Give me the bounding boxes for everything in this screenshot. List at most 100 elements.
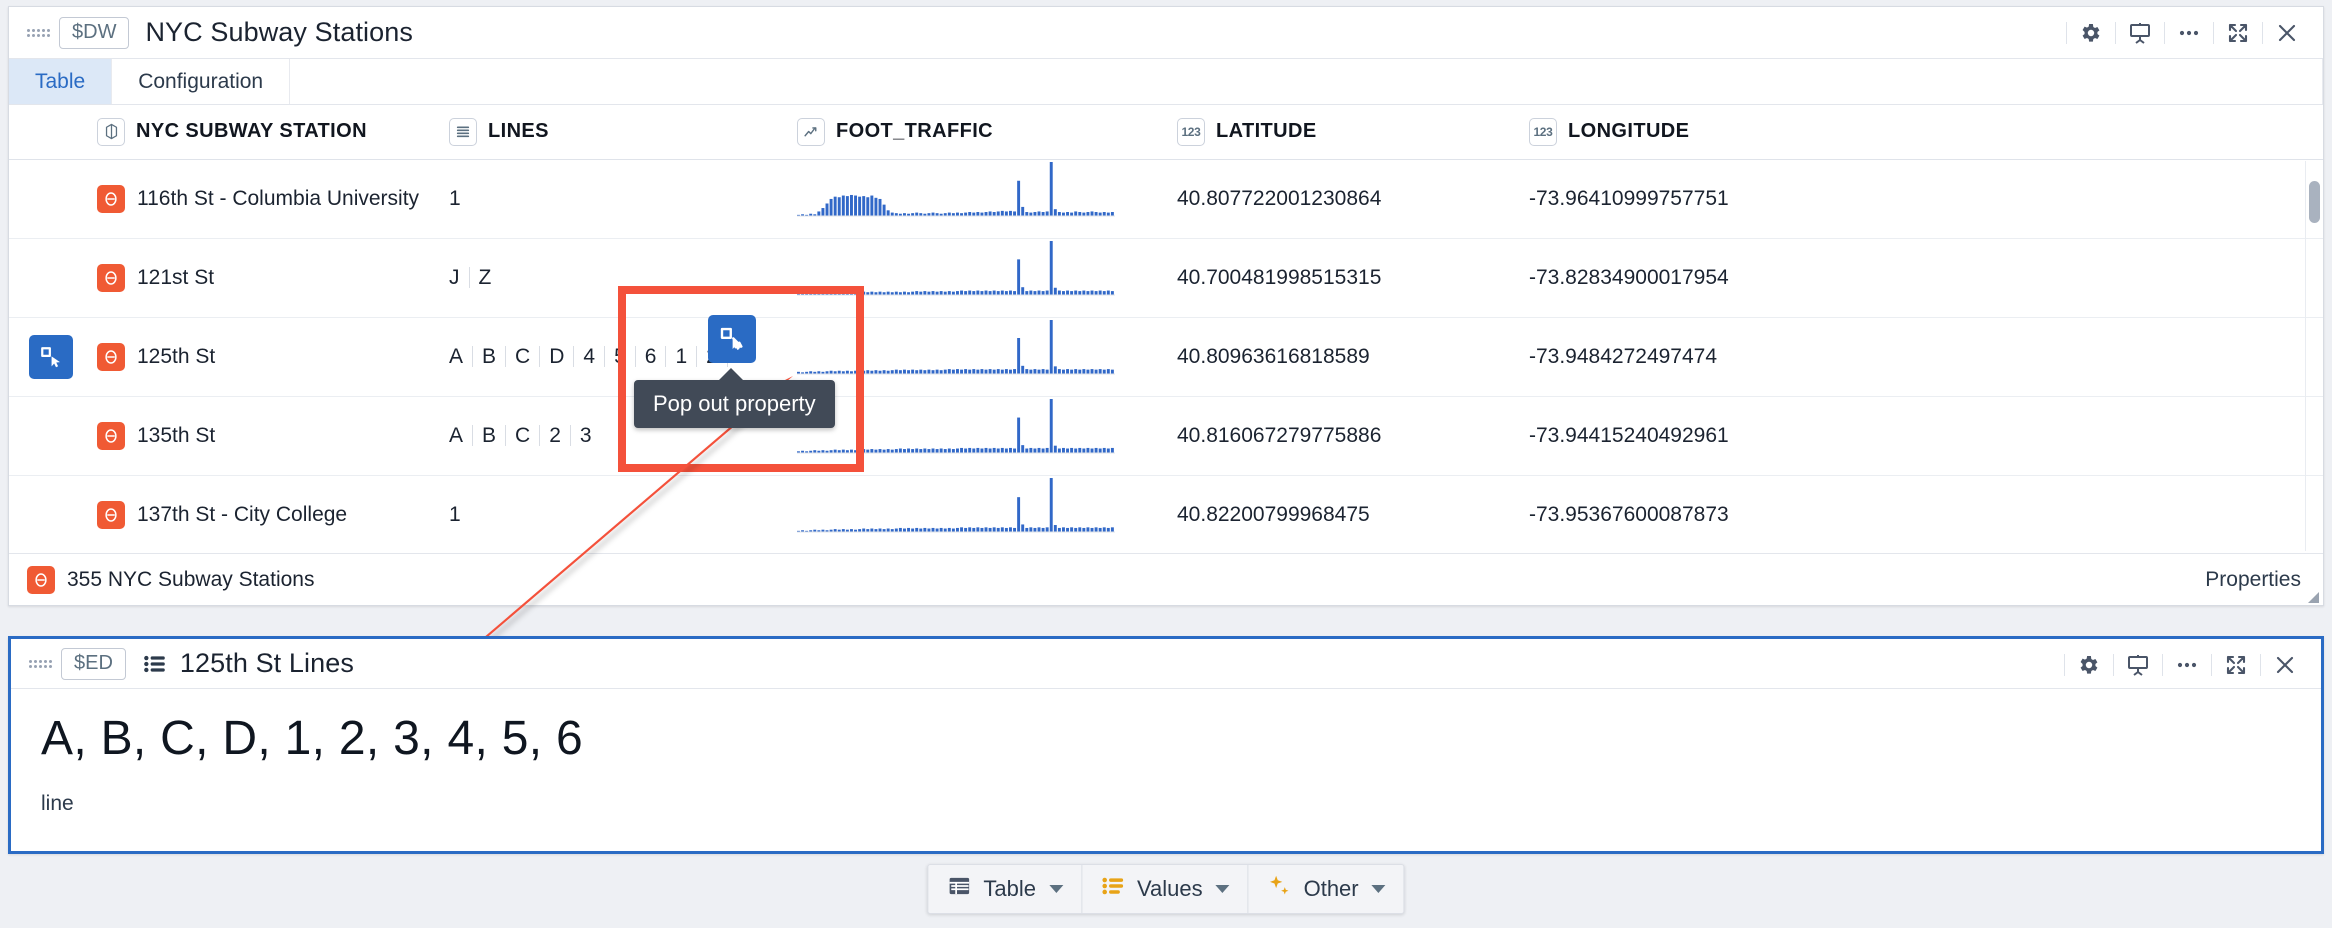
drag-handle-icon[interactable] <box>27 25 50 41</box>
cell-longitude: -73.94415240492961 <box>1529 396 2323 476</box>
divider <box>2164 22 2165 44</box>
cell-latitude: 40.82200799968475 <box>1177 475 1529 553</box>
table-panel: $DW NYC Subway Stations Table Configurat… <box>8 6 2324 606</box>
variable-badge[interactable]: $DW <box>59 16 130 49</box>
line-value: 5 <box>614 344 626 368</box>
table-window-controls <box>2064 7 2309 59</box>
column-header-longitude[interactable]: 123 LONGITUDE <box>1529 105 2323 160</box>
cell-foot-traffic <box>797 317 1177 397</box>
page-title: NYC Subway Stations <box>145 17 413 47</box>
line-value: 1 <box>675 344 688 368</box>
values-icon <box>1100 873 1126 905</box>
close-icon[interactable] <box>2265 13 2309 53</box>
table-body: 116th St - Columbia University 1 40.807722… <box>9 159 2323 553</box>
cell-latitude: 40.807722001230864 <box>1177 159 1529 239</box>
close-icon[interactable] <box>2263 645 2307 685</box>
column-header-lines[interactable]: LINES <box>449 105 797 160</box>
divider <box>2262 22 2263 44</box>
chevron-down-icon <box>1215 885 1230 893</box>
station-name: 137th St - City College <box>137 502 348 526</box>
line-value: D <box>549 344 565 368</box>
divider <box>2162 654 2163 676</box>
gear-icon[interactable] <box>2069 13 2113 53</box>
column-header-latitude[interactable]: 123 LATITUDE <box>1177 105 1529 160</box>
cell-latitude: 40.80963616818589 <box>1177 317 1529 397</box>
column-header-label: NYC SUBWAY STATION <box>136 120 367 143</box>
column-header-foot-traffic[interactable]: FOOT_TRAFFIC <box>797 105 1177 160</box>
cell-lines: 1 <box>449 475 797 553</box>
tabs-filler <box>290 59 2323 104</box>
divider <box>2064 654 2065 676</box>
present-icon[interactable] <box>2118 13 2162 53</box>
tooltip: Pop out property <box>634 368 835 428</box>
object-icon <box>27 565 55 594</box>
cell-station: 121st St <box>97 238 449 318</box>
tooltip-text: Pop out property <box>653 391 816 416</box>
cell-lines: JZ <box>449 238 797 318</box>
row-gutter <box>9 475 97 553</box>
palette-item-values[interactable]: Values <box>1082 865 1249 913</box>
cell-foot-traffic <box>797 238 1177 318</box>
table-row[interactable]: 137th St - City College 1 40.8220079996847… <box>9 475 2323 553</box>
table-row[interactable]: 121st St J Z 40.700481998515315 -73.82834900… <box>9 238 2323 318</box>
cell-lines: 1 <box>449 159 797 239</box>
cell-station: 125th St <box>97 317 449 397</box>
timeseries-type-icon <box>797 117 825 146</box>
palette-item-other[interactable]: Other <box>1249 865 1404 913</box>
table-header-row: NYC SUBWAY STATION LINES FOOT_TRAFFIC 12… <box>9 105 2323 160</box>
more-options-icon[interactable] <box>2167 13 2211 53</box>
row-gutter-header <box>9 105 97 160</box>
palette-item-table[interactable]: Table <box>928 865 1082 913</box>
chevron-down-icon <box>1371 885 1386 893</box>
panel-tabs: Table Configuration <box>9 59 2323 105</box>
gear-icon[interactable] <box>2067 645 2111 685</box>
more-options-icon[interactable] <box>2165 645 2209 685</box>
row-count-label: 355 NYC Subway Stations <box>67 567 315 591</box>
divider <box>2115 22 2116 44</box>
line-value: 3 <box>579 423 592 447</box>
divider <box>2213 22 2214 44</box>
expand-icon[interactable] <box>2214 645 2258 685</box>
table-row[interactable]: 125th StABCD45612340.80963616818589-73.9… <box>9 317 2323 397</box>
palette-item-label: Table <box>983 876 1036 901</box>
property-panel: $ED 125th St Lines A, B, C, D, 1, 2, 3, … <box>8 636 2324 854</box>
line-value: 6 <box>644 344 657 368</box>
palette-item-label: Other <box>1303 876 1359 901</box>
cell-longitude: -73.82834900017954 <box>1529 238 2323 318</box>
row-count: 355 NYC Subway Stations <box>27 565 315 594</box>
cell-longitude: -73.95367600087873 <box>1529 475 2323 553</box>
table-row[interactable]: 116th St - Columbia University 1 40.807722… <box>9 159 2323 239</box>
present-icon[interactable] <box>2116 645 2160 685</box>
number-type-icon: 123 <box>1177 117 1205 146</box>
row-pop-out-icon[interactable] <box>29 334 73 379</box>
tab-configuration[interactable]: Configuration <box>112 59 291 104</box>
column-header-station[interactable]: NYC SUBWAY STATION <box>97 105 449 160</box>
cell-longitude: -73.96410999757751 <box>1529 159 2323 239</box>
expand-icon[interactable] <box>2216 13 2260 53</box>
line-value: 1 <box>449 502 461 526</box>
object-icon <box>97 263 125 292</box>
properties-link[interactable]: Properties <box>2205 568 2301 592</box>
line-value: 4 <box>583 344 596 368</box>
chevron-down-icon <box>1048 885 1063 893</box>
variable-badge[interactable]: $ED <box>61 647 126 680</box>
line-value: Z <box>478 265 492 289</box>
list-icon <box>142 651 168 677</box>
table-row[interactable]: 135th St A B C 2 3 40.816067279775886 -73.94415… <box>9 396 2323 476</box>
resize-handle[interactable] <box>2305 589 2319 603</box>
line-value: B <box>482 423 497 447</box>
line-value: J <box>449 265 460 289</box>
table-icon <box>946 873 972 905</box>
property-body: A, B, C, D, 1, 2, 3, 4, 5, 6 line <box>11 689 2321 816</box>
cell-station: 137th St - City College <box>97 475 449 553</box>
pop-out-property-button[interactable] <box>708 315 756 363</box>
line-value: A <box>449 423 464 447</box>
line-value: 1 <box>449 186 461 210</box>
line-value: 2 <box>549 423 561 447</box>
column-header-label: LINES <box>488 120 549 143</box>
tab-table[interactable]: Table <box>9 59 113 104</box>
line-value: C <box>515 344 531 368</box>
scrollbar-thumb[interactable] <box>2309 181 2320 223</box>
drag-handle-icon[interactable] <box>29 656 52 672</box>
vertical-scrollbar[interactable] <box>2305 161 2321 551</box>
